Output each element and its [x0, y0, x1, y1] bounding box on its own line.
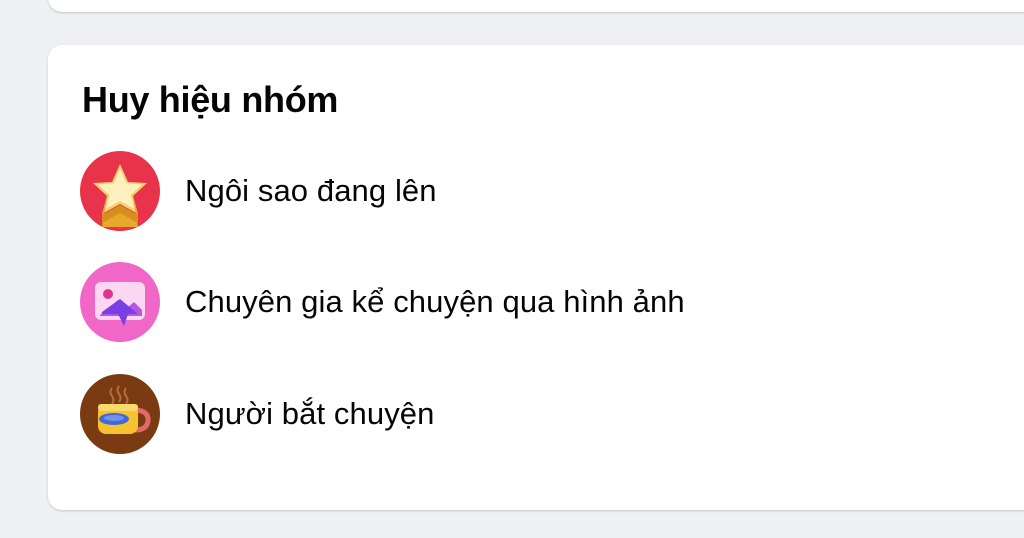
badge-item-visual-storyteller[interactable]: Chuyên gia kể chuyện qua hình ảnh	[80, 262, 685, 342]
group-badges-card: Huy hiệu nhóm Ngôi sao đang lên Chuyên g…	[48, 45, 1024, 510]
group-badges-title: Huy hiệu nhóm	[82, 79, 339, 120]
rising-star-icon	[80, 151, 160, 231]
conversation-starter-icon	[80, 374, 160, 454]
badge-item-rising-star[interactable]: Ngôi sao đang lên	[80, 151, 437, 231]
badge-label: Người bắt chuyện	[185, 396, 435, 431]
badge-label: Ngôi sao đang lên	[185, 173, 437, 208]
visual-storyteller-icon	[80, 262, 160, 342]
badge-label: Chuyên gia kể chuyện qua hình ảnh	[185, 284, 685, 319]
badge-item-conversation-starter[interactable]: Người bắt chuyện	[80, 374, 434, 454]
previous-section-card	[48, 0, 1024, 12]
